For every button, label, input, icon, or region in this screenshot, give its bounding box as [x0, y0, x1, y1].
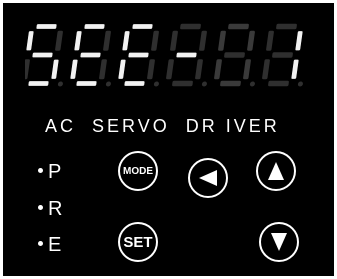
segment-a	[228, 23, 249, 30]
indicator-p: P	[38, 160, 61, 184]
segment-a	[180, 23, 201, 30]
segment-a	[276, 23, 297, 30]
segment-d	[220, 80, 241, 87]
segment-c	[243, 59, 251, 80]
down-button[interactable]	[259, 222, 299, 262]
up-button[interactable]	[256, 151, 296, 191]
set-button[interactable]: SET	[118, 222, 158, 262]
segment-f	[25, 30, 35, 51]
segment-e	[166, 59, 174, 80]
segment-a	[131, 23, 154, 30]
segment-d	[27, 80, 50, 87]
segment-a	[35, 23, 58, 30]
digit-5	[214, 23, 255, 87]
decimal-point	[57, 81, 63, 87]
digit-2	[69, 23, 111, 87]
segment-b	[151, 30, 159, 51]
decimal-point	[153, 81, 159, 87]
indicator-r-led	[38, 205, 43, 211]
segment-b	[199, 30, 207, 51]
down-arrow-icon	[271, 233, 287, 251]
segment-c	[290, 58, 300, 80]
decimal-point	[249, 81, 255, 87]
segment-f	[266, 30, 274, 51]
indicator-r-label: R	[48, 198, 63, 220]
segment-b	[103, 30, 111, 51]
decimal-point	[201, 81, 207, 87]
decimal-point	[297, 81, 303, 87]
segment-g	[175, 51, 198, 58]
segment-e	[262, 59, 270, 80]
segment-g	[31, 51, 54, 58]
segment-d	[172, 80, 193, 87]
segment-d	[123, 80, 146, 87]
segment-g	[272, 52, 293, 58]
segment-d	[268, 80, 289, 87]
digit-6	[262, 23, 304, 87]
segment-display-svg	[25, 23, 304, 87]
up-arrow-icon	[268, 162, 284, 180]
segment-b	[247, 30, 255, 51]
segment-f	[170, 30, 178, 51]
mode-button-label: MODE	[123, 165, 153, 177]
set-button-label: SET	[123, 233, 153, 251]
indicator-p-label: P	[48, 161, 62, 183]
segment-e	[214, 59, 222, 80]
segment-g	[127, 51, 150, 58]
segment-c	[195, 59, 203, 80]
seven-segment-display	[25, 17, 325, 95]
segment-f	[121, 30, 131, 51]
segment-b	[55, 30, 63, 51]
segment-e	[69, 58, 79, 80]
segment-a	[83, 23, 106, 30]
indicator-r: R	[38, 197, 62, 221]
segment-c	[99, 59, 107, 80]
servo-driver-panel: AC SERVO DR IVER P R E MODE SET	[3, 3, 334, 276]
decimal-point	[105, 81, 111, 87]
indicator-p-led	[38, 168, 43, 174]
indicator-e: E	[38, 233, 61, 257]
digit-1	[25, 23, 63, 87]
left-button[interactable]	[188, 158, 228, 198]
segment-c	[147, 59, 155, 80]
segment-b	[294, 30, 304, 51]
indicator-e-led	[38, 241, 43, 247]
segment-g	[224, 52, 245, 58]
segment-e	[117, 58, 127, 80]
digit-3	[117, 23, 159, 87]
segment-f	[73, 30, 83, 51]
segment-e	[25, 59, 30, 80]
segment-f	[218, 30, 226, 51]
indicator-e-label: E	[48, 234, 62, 256]
digit-4	[166, 23, 207, 87]
segment-c	[50, 58, 60, 80]
mode-button[interactable]: MODE	[118, 151, 158, 191]
left-arrow-icon	[199, 170, 217, 186]
segment-g	[79, 51, 102, 58]
segment-d	[75, 80, 98, 87]
panel-title: AC SERVO DR IVER	[45, 116, 280, 136]
